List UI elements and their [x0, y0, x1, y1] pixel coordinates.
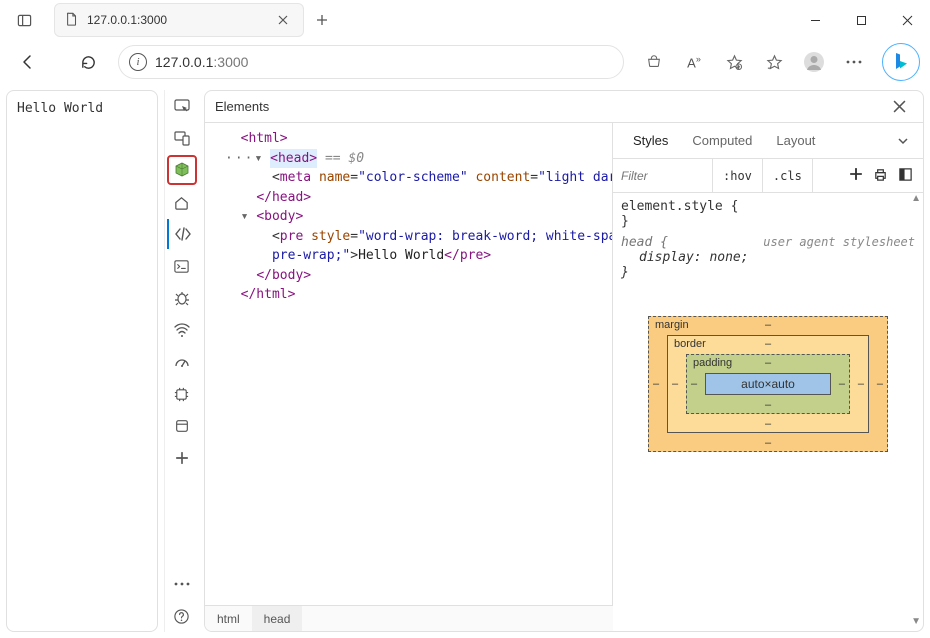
inspect-icon[interactable]: [167, 91, 197, 121]
devtools-panel: Elements <html> ···▾ <head> == $0 <meta …: [204, 90, 924, 632]
read-aloud-icon[interactable]: A»: [676, 46, 712, 78]
computed-toggle-icon[interactable]: [898, 167, 913, 185]
styles-toolbar: :hov .cls: [613, 159, 923, 193]
print-icon[interactable]: [873, 167, 888, 185]
box-model: margin – – – – border – – – –: [648, 316, 888, 452]
devtools-title: Elements: [215, 99, 269, 114]
toolbar: i 127.0.0.1:3000 A»: [0, 40, 930, 84]
devtools-activity-bar: [164, 90, 198, 632]
bing-button[interactable]: [882, 43, 920, 81]
back-button[interactable]: [10, 46, 46, 78]
box-model-content: auto×auto: [705, 373, 831, 395]
3d-view-icon[interactable]: [167, 155, 197, 185]
menu-button[interactable]: [836, 46, 872, 78]
styles-pane: Styles Computed Layout :hov .cls: [613, 123, 923, 631]
browser-tab[interactable]: 127.0.0.1:3000: [54, 3, 304, 37]
refresh-button[interactable]: [70, 46, 106, 78]
scroll-up-icon[interactable]: ▲: [911, 193, 921, 204]
page-content: Hello World: [6, 90, 158, 632]
tab-layout[interactable]: Layout: [764, 133, 827, 148]
window-controls: [792, 0, 930, 40]
cls-toggle[interactable]: .cls: [763, 159, 813, 192]
tab-styles[interactable]: Styles: [621, 133, 680, 148]
more-tools-icon[interactable]: [167, 443, 197, 473]
titlebar: 127.0.0.1:3000: [0, 0, 930, 40]
device-icon[interactable]: [167, 123, 197, 153]
styles-tabs: Styles Computed Layout: [613, 123, 923, 159]
welcome-icon[interactable]: [167, 187, 197, 217]
help-icon[interactable]: [167, 601, 197, 631]
hov-toggle[interactable]: :hov: [713, 159, 763, 192]
rule-origin: user agent stylesheet: [763, 235, 915, 249]
tab-close-button[interactable]: [273, 10, 293, 30]
memory-icon[interactable]: [167, 379, 197, 409]
tab-title: 127.0.0.1:3000: [87, 13, 265, 27]
network-icon[interactable]: [167, 315, 197, 345]
devtools-header: Elements: [205, 91, 923, 123]
favorites-icon[interactable]: [716, 46, 752, 78]
breadcrumb-head[interactable]: head: [252, 606, 303, 631]
close-window-button[interactable]: [884, 0, 930, 40]
dom-tree[interactable]: <html> ···▾ <head> == $0 <meta name="col…: [205, 123, 613, 605]
minimize-button[interactable]: [792, 0, 838, 40]
scroll-down-icon[interactable]: ▼: [911, 616, 921, 627]
collections-icon[interactable]: [756, 46, 792, 78]
expand-tabs-icon[interactable]: [891, 133, 915, 148]
styles-filter-input[interactable]: [613, 159, 713, 192]
devtools-close-button[interactable]: [885, 93, 913, 121]
profile-icon[interactable]: [796, 46, 832, 78]
element-style-selector[interactable]: element.style {: [621, 199, 738, 214]
shopping-icon[interactable]: [636, 46, 672, 78]
page-icon: [65, 12, 79, 29]
site-info-icon[interactable]: i: [129, 53, 147, 71]
style-rules: element.style { } head {user agent style…: [613, 193, 923, 286]
settings-menu-icon[interactable]: [167, 569, 197, 599]
tab-strip: 127.0.0.1:3000: [54, 3, 792, 37]
head-selector[interactable]: head {: [621, 235, 668, 250]
breadcrumb-html[interactable]: html: [205, 606, 252, 631]
new-tab-button[interactable]: [312, 10, 332, 30]
debug-icon[interactable]: [167, 283, 197, 313]
application-icon[interactable]: [167, 411, 197, 441]
address-bar[interactable]: i 127.0.0.1:3000: [118, 45, 624, 79]
url-text: 127.0.0.1:3000: [155, 54, 613, 70]
console-icon[interactable]: [167, 251, 197, 281]
maximize-button[interactable]: [838, 0, 884, 40]
tab-computed[interactable]: Computed: [680, 133, 764, 148]
tab-actions-button[interactable]: [8, 6, 40, 34]
performance-icon[interactable]: [167, 347, 197, 377]
new-style-rule-icon[interactable]: [849, 167, 863, 184]
dom-breadcrumbs: html head: [205, 605, 613, 631]
elements-icon[interactable]: [167, 219, 197, 249]
page-body-text: Hello World: [17, 101, 103, 116]
